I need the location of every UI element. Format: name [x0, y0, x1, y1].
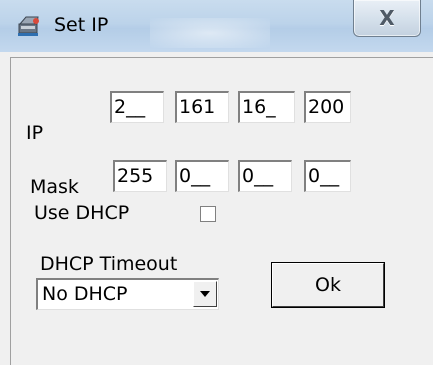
- dhcp-timeout-label: DHCP Timeout: [40, 253, 178, 275]
- ok-button[interactable]: Ok: [271, 262, 385, 308]
- ip-octet-4-field[interactable]: 200: [304, 91, 351, 123]
- dropdown-button[interactable]: [193, 281, 217, 307]
- mask-octet-1-field[interactable]: 255: [113, 160, 167, 192]
- mask-octet-3-field[interactable]: 0__: [238, 160, 292, 192]
- dhcp-timeout-select[interactable]: No DHCP: [36, 278, 219, 310]
- use-dhcp-checkbox[interactable]: [200, 206, 216, 222]
- mask-label: Mask: [30, 176, 79, 198]
- network-settings-icon: [18, 16, 39, 36]
- ip-octet-3-field[interactable]: 16_: [238, 91, 295, 123]
- title-bar[interactable]: Set IP X: [0, 0, 433, 52]
- ip-octet-1-field[interactable]: 2__: [110, 91, 164, 123]
- ip-octet-2-field[interactable]: 161: [175, 91, 229, 123]
- chevron-down-icon: [200, 291, 210, 297]
- window-title: Set IP: [54, 14, 109, 36]
- close-icon: X: [379, 6, 395, 30]
- mask-octet-4-field[interactable]: 0__: [304, 160, 351, 192]
- mask-octet-2-field[interactable]: 0__: [175, 160, 229, 192]
- ip-label: IP: [26, 122, 44, 144]
- set-ip-dialog: Set IP X IP 2__ 161 16_ 200 Mask 255 0__…: [0, 0, 433, 365]
- dhcp-timeout-value: No DHCP: [42, 283, 128, 305]
- close-button[interactable]: X: [353, 0, 421, 37]
- use-dhcp-label: Use DHCP: [34, 202, 130, 224]
